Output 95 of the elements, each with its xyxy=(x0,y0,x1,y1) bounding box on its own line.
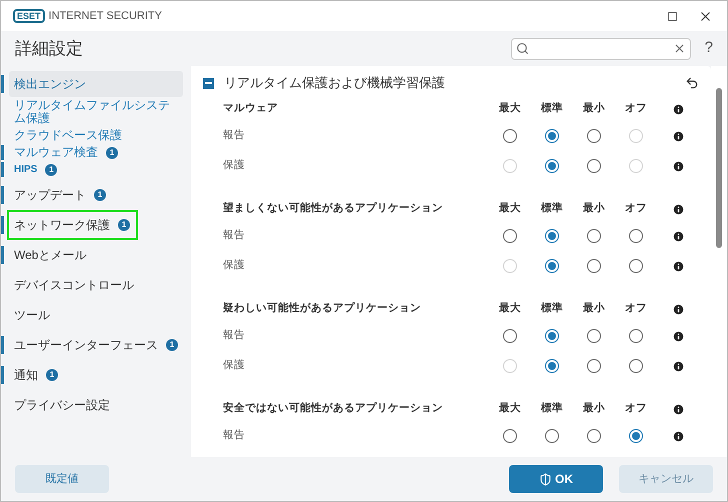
sidebar-item[interactable]: 通知 1 xyxy=(9,362,183,388)
radio-button[interactable] xyxy=(545,159,559,173)
column-header: 最大 xyxy=(498,401,522,416)
radio-button[interactable] xyxy=(545,359,559,373)
info-icon[interactable] xyxy=(672,402,684,416)
undo-icon[interactable] xyxy=(685,76,699,90)
count-badge: 1 xyxy=(106,146,118,158)
row-label: 報告 xyxy=(223,428,246,444)
sidebar-item[interactable]: プライバシー設定 xyxy=(9,392,183,418)
group-title: マルウェア xyxy=(223,101,279,116)
column-header: 最小 xyxy=(582,201,606,216)
clear-icon[interactable] xyxy=(672,42,686,55)
radio-button[interactable] xyxy=(587,229,601,243)
default-button[interactable]: 既定値 xyxy=(15,465,109,493)
sidebar-item[interactable]: デバイスコントロール xyxy=(9,272,183,298)
help-button[interactable]: ? xyxy=(704,37,713,60)
info-icon[interactable] xyxy=(672,260,684,272)
group-title: 疑わしい可能性があるアプリケーション xyxy=(223,301,422,316)
radio-button[interactable] xyxy=(545,259,559,273)
radio-button[interactable] xyxy=(587,429,601,443)
row-label: 保護 xyxy=(223,358,246,374)
sidebar-item[interactable]: Webとメール xyxy=(9,242,183,268)
column-header: 最大 xyxy=(498,201,522,216)
column-header: 標準 xyxy=(540,401,564,416)
brand-logo: ESET xyxy=(13,9,45,23)
count-badge: 1 xyxy=(94,189,106,201)
radio-button[interactable] xyxy=(503,129,517,143)
info-icon[interactable] xyxy=(672,230,684,242)
column-header: 標準 xyxy=(540,101,564,116)
sidebar-subitem[interactable]: リアルタイムファイルシステム保護 xyxy=(14,97,179,127)
group-title: 望ましくない可能性があるアプリケーション xyxy=(223,201,444,216)
info-icon[interactable] xyxy=(672,360,684,372)
column-header: 標準 xyxy=(540,301,564,316)
radio-button[interactable] xyxy=(545,329,559,343)
column-header: 最小 xyxy=(582,101,606,116)
info-icon[interactable] xyxy=(672,430,684,442)
radio-button[interactable] xyxy=(503,329,517,343)
radio-button[interactable] xyxy=(545,429,559,443)
info-icon[interactable] xyxy=(672,302,684,316)
radio-button[interactable] xyxy=(629,229,643,243)
column-header: 最大 xyxy=(498,101,522,116)
radio-button[interactable] xyxy=(629,429,643,443)
page-title: 詳細設定 xyxy=(15,38,83,60)
ok-button[interactable]: OK xyxy=(509,465,603,493)
row-label: 保護 xyxy=(223,258,246,274)
info-icon[interactable] xyxy=(672,160,684,172)
info-icon[interactable] xyxy=(672,130,684,142)
row-label: 保護 xyxy=(223,158,246,174)
column-header: 最小 xyxy=(582,401,606,416)
count-badge: 1 xyxy=(118,219,130,231)
count-badge: 1 xyxy=(46,369,58,381)
column-header: 最小 xyxy=(582,301,606,316)
maximize-icon[interactable] xyxy=(667,10,678,22)
sidebar-item[interactable]: ユーザーインターフェース 1 xyxy=(9,332,183,358)
radio-button[interactable] xyxy=(629,359,643,373)
column-header: オフ xyxy=(624,401,648,416)
scrollbar-thumb[interactable] xyxy=(716,88,722,248)
group-title: 安全ではない可能性があるアプリケーション xyxy=(223,401,444,416)
section-title: リアルタイム保護および機械学習保護 xyxy=(224,74,445,92)
sidebar-item[interactable]: アップデート 1 xyxy=(9,182,183,208)
radio-button[interactable] xyxy=(545,229,559,243)
column-header: オフ xyxy=(624,201,648,216)
row-label: 報告 xyxy=(223,128,246,144)
sidebar-subitem[interactable]: マルウェア検査 1 xyxy=(14,144,179,161)
radio-button[interactable] xyxy=(587,129,601,143)
column-header: 最大 xyxy=(498,301,522,316)
sidebar-subitem[interactable]: HIPS 1 xyxy=(14,161,179,178)
info-icon[interactable] xyxy=(672,330,684,342)
info-icon[interactable] xyxy=(672,202,684,216)
row-label: 報告 xyxy=(223,328,246,344)
column-header: オフ xyxy=(624,101,648,116)
sidebar-subitem[interactable]: クラウドベース保護 xyxy=(14,127,179,144)
radio-button[interactable] xyxy=(587,159,601,173)
sidebar-item[interactable]: ツール xyxy=(9,302,183,328)
radio-button[interactable] xyxy=(545,129,559,143)
column-header: オフ xyxy=(624,301,648,316)
search-field[interactable] xyxy=(510,38,691,60)
sidebar-item[interactable]: 検出エンジン xyxy=(9,71,183,97)
sidebar-item[interactable]: ネットワーク保護 1 xyxy=(9,212,136,238)
radio-button[interactable] xyxy=(587,359,601,373)
radio-button[interactable] xyxy=(629,329,643,343)
radio-button[interactable] xyxy=(629,259,643,273)
radio-button[interactable] xyxy=(503,429,517,443)
collapse-toggle[interactable] xyxy=(203,78,214,88)
count-badge: 1 xyxy=(166,339,178,351)
info-icon[interactable] xyxy=(672,102,684,116)
window-title: INTERNET SECURITY xyxy=(48,8,162,24)
count-badge: 1 xyxy=(45,164,58,176)
radio-button[interactable] xyxy=(587,329,601,343)
column-header: 標準 xyxy=(540,201,564,216)
shield-icon xyxy=(539,472,552,486)
radio-button[interactable] xyxy=(503,229,517,243)
radio-button[interactable] xyxy=(587,259,601,273)
search-icon xyxy=(516,42,529,55)
row-label: 報告 xyxy=(223,228,246,244)
